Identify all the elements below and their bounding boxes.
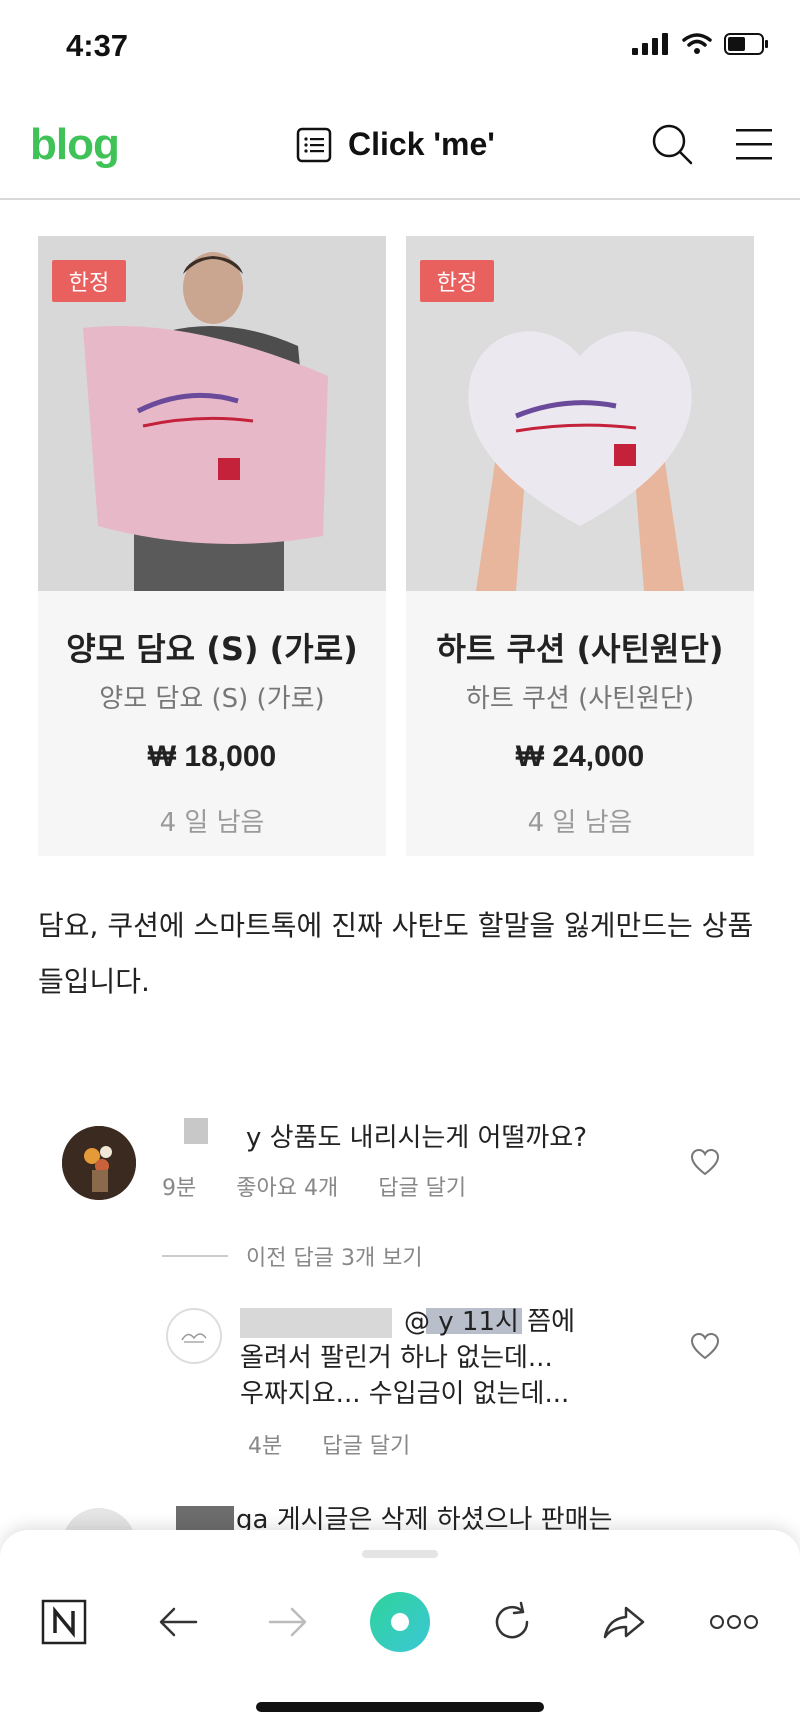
product-price: ₩ 18,000 <box>147 740 277 773</box>
cellular-signal-icon <box>632 33 668 55</box>
hamburger-menu-icon <box>736 129 772 160</box>
product-card[interactable]: 한정 하트 쿠션 (사틴원단) 하트 쿠션 (사틴원단) ₩ 24,000 4 … <box>406 236 754 856</box>
comment-time: 4분 <box>248 1434 283 1459</box>
product-grid: 한정 양모 담요 (S) (가로) 양모 담요 (S) (가로) ₩ 18,00… <box>38 236 760 856</box>
browser-toolbar <box>0 1530 800 1731</box>
share-icon <box>603 1606 645 1639</box>
more-button[interactable] <box>704 1592 764 1652</box>
product-remaining: 4 일 남음 <box>527 808 633 838</box>
reply-text-line2: 올려서 팔린거 하나 없는데... <box>240 1343 553 1373</box>
header-title-group[interactable]: Click 'me' <box>296 126 495 163</box>
reply-text-line3: 우짜지요... 수입금이 없는데... <box>240 1379 570 1409</box>
avatar[interactable] <box>166 1308 222 1364</box>
product-price: ₩ 24,000 <box>515 740 645 773</box>
product-remaining: 4 일 남음 <box>159 808 265 838</box>
reload-icon <box>495 1601 529 1639</box>
status-time: 4:37 <box>66 28 129 63</box>
avatar[interactable] <box>62 1126 136 1200</box>
view-previous-replies[interactable]: 이전 답글 3개 보기 <box>162 1240 423 1272</box>
avatar-photo <box>62 1126 136 1200</box>
product-card[interactable]: 한정 양모 담요 (S) (가로) 양모 담요 (S) (가로) ₩ 18,00… <box>38 236 386 856</box>
divider-line <box>162 1255 228 1257</box>
product-image-blanket[interactable]: 한정 <box>38 236 386 591</box>
toolbar-grip[interactable] <box>362 1550 438 1558</box>
reload-button[interactable] <box>482 1592 542 1652</box>
naver-home-button[interactable] <box>34 1592 94 1652</box>
product-subtitle: 양모 담요 (S) (가로) <box>99 684 325 714</box>
post-body-text: 담요, 쿠션에 스마트톡에 진짜 사탄도 할말을 잃게만드는 상품들입니다. <box>38 909 754 998</box>
naver-n-icon <box>41 1599 87 1645</box>
comment-text: y 상품도 내리시는게 어떨까요? <box>246 1123 588 1153</box>
comment-likes[interactable]: 좋아요 4개 <box>236 1170 338 1202</box>
blog-logo[interactable]: blog <box>30 120 120 170</box>
product-name[interactable]: 양모 담요 (S) (가로) <box>38 624 386 670</box>
battery-icon <box>724 33 768 55</box>
search-icon <box>652 124 693 165</box>
comment-meta: 9분 좋아요 4개 답글 달기 <box>162 1170 466 1202</box>
status-bar: 4:37 <box>0 0 800 96</box>
arrow-left-icon <box>159 1607 198 1637</box>
app-header: blog Click 'me' <box>0 96 800 200</box>
forward-button[interactable] <box>258 1592 318 1652</box>
green-dot-icon <box>370 1592 430 1652</box>
default-avatar-icon <box>181 1333 207 1343</box>
share-button[interactable] <box>594 1592 654 1652</box>
home-indicator[interactable] <box>256 1702 544 1712</box>
search-button[interactable] <box>648 120 696 168</box>
back-button[interactable] <box>148 1592 208 1652</box>
wifi-icon <box>682 33 712 54</box>
product-image-cushion[interactable]: 한정 <box>406 236 754 591</box>
product-subtitle: 하트 쿠션 (사틴원단) <box>465 684 695 714</box>
product-name[interactable]: 하트 쿠션 (사틴원단) <box>406 624 754 670</box>
more-dots-icon <box>710 1615 758 1629</box>
reply-text-line1: @ y 11시 쯤에 <box>404 1307 576 1337</box>
reply-button[interactable]: 답글 달기 <box>378 1170 466 1202</box>
limited-badge: 한정 <box>420 260 494 302</box>
green-dot-button[interactable] <box>368 1590 432 1654</box>
redacted-username <box>184 1118 208 1144</box>
list-icon <box>296 127 332 162</box>
redacted-username <box>240 1308 392 1338</box>
comment-meta: 4분 답글 달기 <box>248 1428 410 1460</box>
reply-button[interactable]: 답글 달기 <box>322 1428 410 1460</box>
arrow-right-icon <box>268 1607 307 1637</box>
view-previous-replies-label: 이전 답글 3개 보기 <box>246 1246 423 1271</box>
heart-icon[interactable] <box>690 1148 720 1176</box>
menu-button[interactable] <box>730 120 778 168</box>
comments-section: y 상품도 내리시는게 어떨까요? 9분 좋아요 4개 답글 달기 이전 답글 … <box>0 1100 800 1600</box>
limited-badge: 한정 <box>52 260 126 302</box>
page-title: Click 'me' <box>348 126 495 162</box>
status-icons <box>632 33 770 55</box>
comment-time: 9분 <box>162 1176 197 1201</box>
heart-icon[interactable] <box>690 1332 720 1360</box>
